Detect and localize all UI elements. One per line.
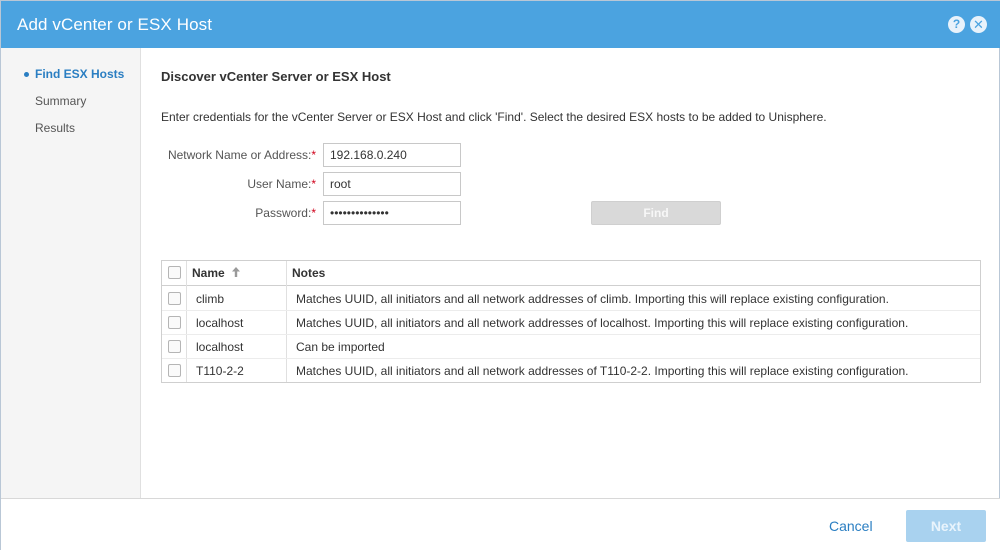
row-notes: Can be imported [296,340,385,354]
help-icon[interactable]: ? [948,16,965,33]
password-label-text: Password: [255,206,312,220]
add-host-dialog: Add vCenter or ESX Host ? ✕ Find ESX Hos… [0,0,1000,551]
instructions-text: Enter credentials for the vCenter Server… [161,110,827,124]
row-notes: Matches UUID, all initiators and all net… [296,292,889,306]
wizard-steps-sidebar: Find ESX Hosts Summary Results [1,48,141,498]
column-header-name[interactable]: Name [192,261,241,286]
main-content: Discover vCenter Server or ESX Host Ente… [141,48,1000,498]
close-icon[interactable]: ✕ [970,16,987,33]
network-label: Network Name or Address:* [141,148,316,162]
find-button[interactable]: Find [591,201,721,225]
step-results[interactable]: Results [35,121,75,135]
row-name: localhost [196,340,244,354]
table-row[interactable]: climb Matches UUID, all initiators and a… [162,287,980,311]
dialog-title: Add vCenter or ESX Host [17,15,213,34]
required-marker: * [311,206,316,220]
user-label-text: User Name: [247,177,312,191]
next-button[interactable]: Next [906,510,986,542]
password-label: Password:* [141,206,316,220]
page-title: Discover vCenter Server or ESX Host [161,69,391,84]
table-row[interactable]: localhost Can be imported [162,335,980,359]
row-name: localhost [196,316,244,330]
network-address-input[interactable] [323,143,461,167]
cancel-button[interactable]: Cancel [829,518,873,534]
row-checkbox[interactable] [168,292,181,305]
sort-ascending-icon [232,267,241,277]
required-marker: * [311,148,316,162]
row-notes: Matches UUID, all initiators and all net… [296,364,909,378]
row-checkbox[interactable] [168,340,181,353]
required-marker: * [311,177,316,191]
user-label: User Name:* [141,177,316,191]
table-row[interactable]: localhost Matches UUID, all initiators a… [162,311,980,335]
select-all-checkbox[interactable] [168,266,181,279]
row-name: climb [196,292,225,306]
column-header-name-label: Name [192,266,225,280]
network-label-text: Network Name or Address: [167,148,312,162]
row-checkbox[interactable] [168,316,181,329]
dialog-footer: Cancel Next [1,498,1000,551]
password-input[interactable] [323,201,461,225]
active-step-bullet-icon [24,72,29,77]
column-header-notes[interactable]: Notes [292,261,325,286]
user-name-input[interactable] [323,172,461,196]
hosts-table: Name Notes climb Matches UUID, all initi… [161,260,981,383]
step-summary[interactable]: Summary [35,94,86,108]
dialog-titlebar: Add vCenter or ESX Host ? ✕ [1,1,1000,48]
row-checkbox[interactable] [168,364,181,377]
row-name: T110-2-2 [196,364,244,378]
step-find-esx-hosts[interactable]: Find ESX Hosts [35,67,124,81]
table-header: Name Notes [162,261,980,286]
table-row[interactable]: T110-2-2 Matches UUID, all initiators an… [162,359,980,383]
row-notes: Matches UUID, all initiators and all net… [296,316,909,330]
